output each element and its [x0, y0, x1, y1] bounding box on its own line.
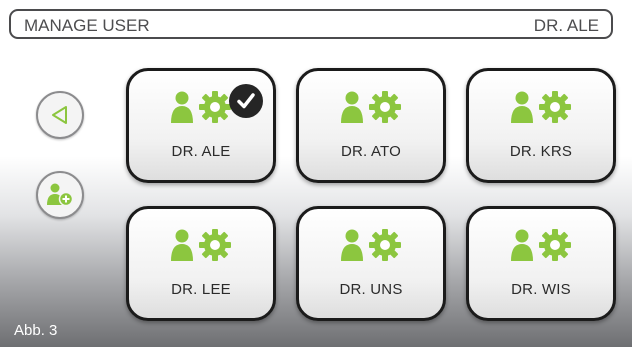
selected-check-icon	[229, 84, 263, 118]
figure-caption: Abb. 3	[14, 322, 58, 339]
user-icon	[341, 229, 363, 261]
user-icon	[171, 91, 193, 123]
gear-icon	[369, 91, 401, 123]
user-card-lee[interactable]: DR. LEE	[126, 206, 276, 321]
back-button[interactable]	[36, 91, 84, 139]
user-settings-icons	[299, 87, 443, 127]
user-icon	[341, 91, 363, 123]
gear-icon	[199, 229, 231, 261]
user-card-label: DR. WIS	[511, 281, 571, 298]
page-title: MANAGE USER	[24, 16, 150, 35]
user-card-wis[interactable]: DR. WIS	[466, 206, 616, 321]
user-card-krs[interactable]: DR. KRS	[466, 68, 616, 183]
user-card-uns[interactable]: DR. UNS	[296, 206, 446, 321]
user-icon	[171, 229, 193, 261]
user-card-label: DR. KRS	[509, 143, 573, 160]
user-settings-icons	[469, 225, 613, 265]
user-settings-icons	[129, 225, 273, 265]
add-user-button[interactable]	[36, 171, 84, 219]
user-settings-icons	[469, 87, 613, 127]
user-card-label: DR. ALE	[171, 143, 231, 160]
gear-icon	[539, 91, 571, 123]
gear-icon	[539, 229, 571, 261]
user-settings-icons	[299, 225, 443, 265]
gear-icon	[199, 91, 231, 123]
user-card-label: DR. ATO	[340, 143, 402, 160]
user-card-label: DR. UNS	[339, 281, 403, 298]
header-bar: MANAGE USER DR. ALE	[9, 9, 613, 39]
back-triangle-icon	[52, 106, 67, 124]
user-icon	[511, 229, 533, 261]
user-card-label: DR. LEE	[171, 281, 231, 298]
user-card-ale[interactable]: DR. ALE	[126, 68, 276, 183]
add-user-icon	[47, 183, 74, 207]
user-card-ato[interactable]: DR. ATO	[296, 68, 446, 183]
user-icon	[511, 91, 533, 123]
gear-icon	[369, 229, 401, 261]
current-user-label: DR. ALE	[533, 16, 599, 35]
